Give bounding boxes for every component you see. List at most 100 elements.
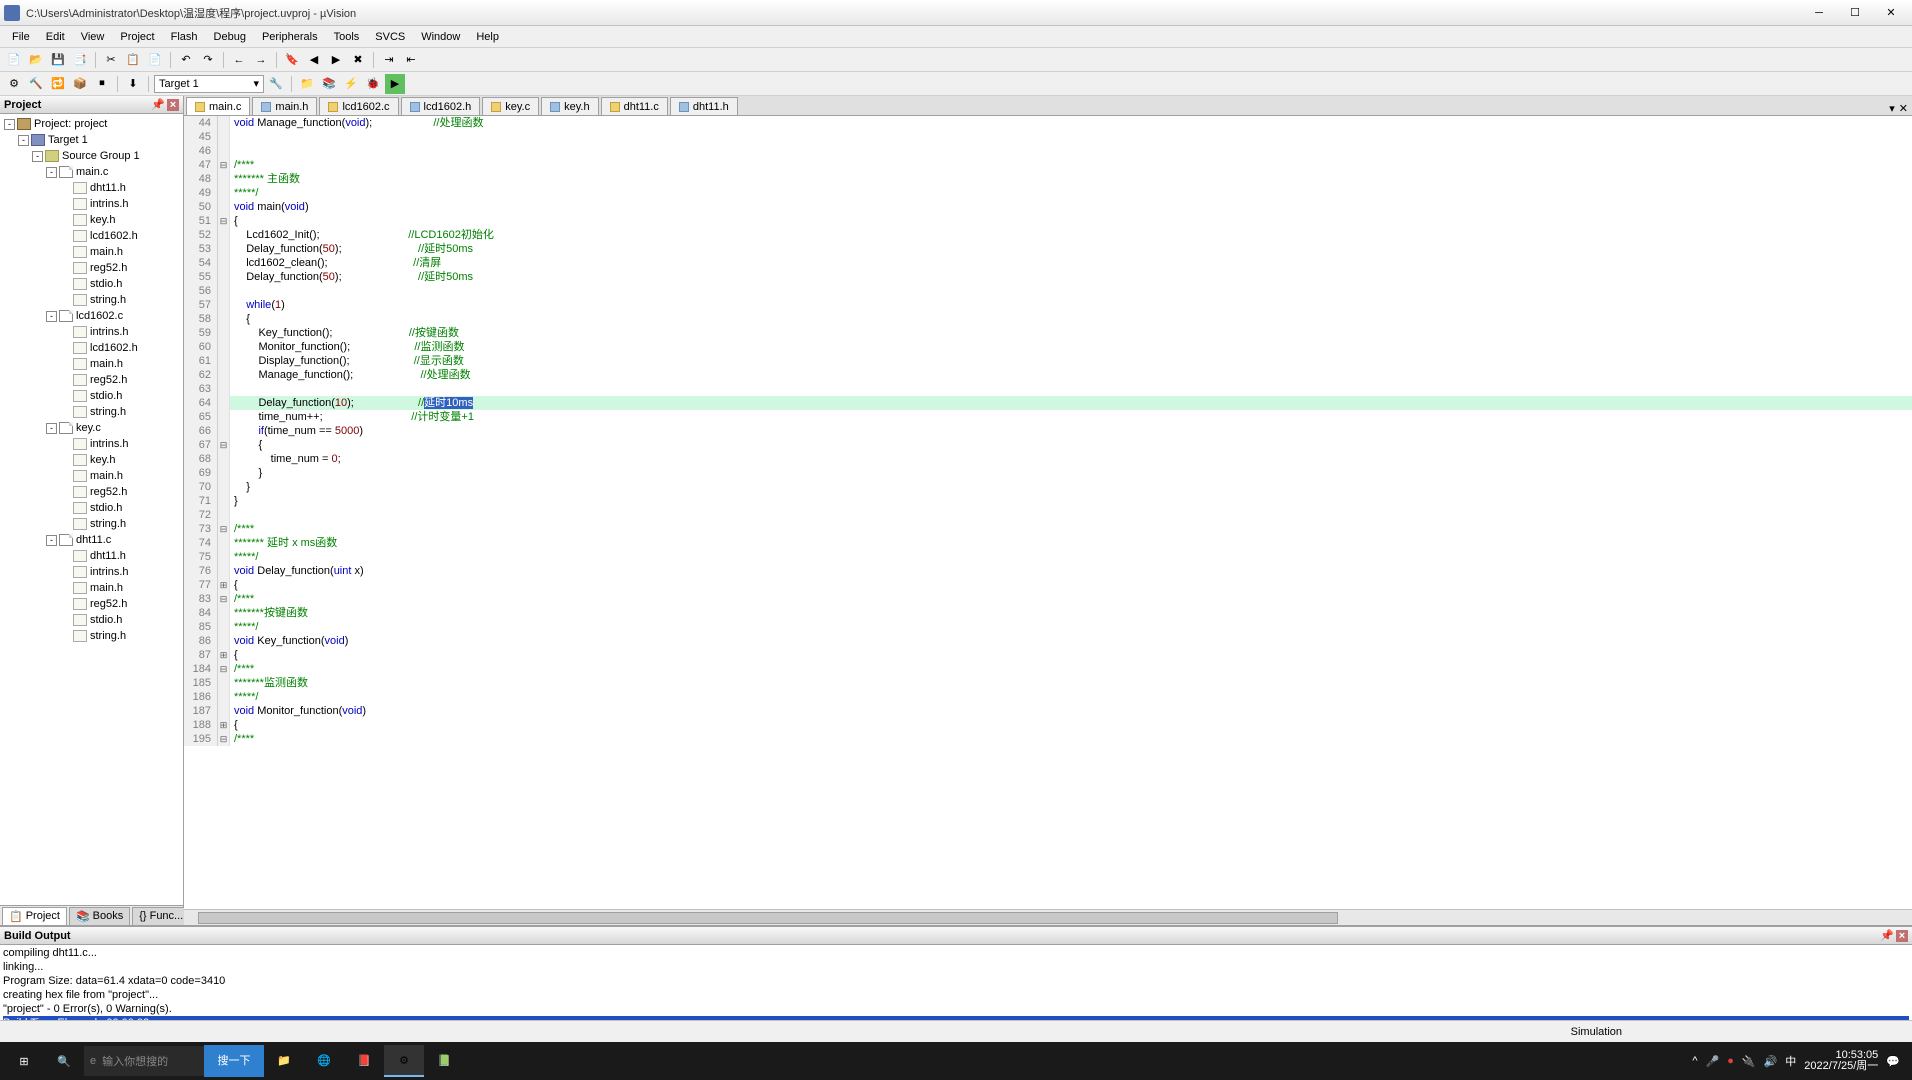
search-go-button[interactable]: 搜一下: [204, 1045, 264, 1077]
menu-edit[interactable]: Edit: [38, 29, 73, 45]
pin-icon[interactable]: 📌: [151, 98, 165, 111]
tree-group[interactable]: -Source Group 1: [0, 148, 183, 164]
code-line[interactable]: lcd1602_clean(); //清屏: [230, 256, 1912, 270]
books-button[interactable]: 📚: [319, 74, 339, 94]
tree-target[interactable]: -Target 1: [0, 132, 183, 148]
tree-header-lcd1602-h[interactable]: lcd1602.h: [0, 228, 183, 244]
build-button[interactable]: 🔨: [26, 74, 46, 94]
code-line[interactable]: ******* 延时 x ms函数: [230, 536, 1912, 550]
bookmark-button[interactable]: 🔖: [282, 50, 302, 70]
code-line[interactable]: Manage_function(); //处理函数: [230, 368, 1912, 382]
stop-build-button[interactable]: ⏹: [92, 74, 112, 94]
build-line[interactable]: compiling dht11.c...: [3, 946, 1909, 960]
undo-button[interactable]: ↶: [176, 50, 196, 70]
config-button[interactable]: ⚡: [341, 74, 361, 94]
build-line[interactable]: Program Size: data=61.4 xdata=0 code=341…: [3, 974, 1909, 988]
save-all-button[interactable]: 📑: [70, 50, 90, 70]
code-line[interactable]: Key_function(); //按键函数: [230, 326, 1912, 340]
tree-header-main-h[interactable]: main.h: [0, 580, 183, 596]
tree-header-dht11-h[interactable]: dht11.h: [0, 180, 183, 196]
open-file-button[interactable]: 📂: [26, 50, 46, 70]
fold-icon[interactable]: ⊟: [218, 214, 230, 228]
tray-record-icon[interactable]: ●: [1727, 1055, 1734, 1067]
copy-button[interactable]: 📋: [123, 50, 143, 70]
options-button[interactable]: 🔧: [266, 74, 286, 94]
fold-icon[interactable]: ⊟: [218, 662, 230, 676]
code-line[interactable]: [230, 130, 1912, 144]
tree-header-lcd1602-h[interactable]: lcd1602.h: [0, 340, 183, 356]
tree-expander-icon[interactable]: -: [18, 135, 29, 146]
code-line[interactable]: }: [230, 494, 1912, 508]
code-line[interactable]: {: [230, 312, 1912, 326]
code-line[interactable]: {: [230, 438, 1912, 452]
code-line[interactable]: while(1): [230, 298, 1912, 312]
tree-header-string-h[interactable]: string.h: [0, 628, 183, 644]
menu-flash[interactable]: Flash: [163, 29, 206, 45]
code-line[interactable]: *****/: [230, 550, 1912, 564]
tree-root[interactable]: -Project: project: [0, 116, 183, 132]
file-tab-main-c[interactable]: main.c: [186, 97, 250, 115]
code-line[interactable]: Delay_function(10); //延时10ms: [230, 396, 1912, 410]
code-line[interactable]: void Manage_function(void); //处理函数: [230, 116, 1912, 130]
code-line[interactable]: }: [230, 480, 1912, 494]
tree-header-reg52-h[interactable]: reg52.h: [0, 596, 183, 612]
close-button[interactable]: ✕: [1874, 3, 1908, 23]
tree-header-string-h[interactable]: string.h: [0, 516, 183, 532]
build-line[interactable]: linking...: [3, 960, 1909, 974]
tree-header-key-h[interactable]: key.h: [0, 212, 183, 228]
pin-icon[interactable]: 📌: [1880, 929, 1894, 942]
tray-volume-icon[interactable]: 🔊: [1764, 1055, 1778, 1068]
browser-app[interactable]: 🌐: [304, 1045, 344, 1077]
tree-file-dht11-c[interactable]: -dht11.c: [0, 532, 183, 548]
translate-button[interactable]: ⚙: [4, 74, 24, 94]
menu-view[interactable]: View: [73, 29, 113, 45]
tray-chevron-icon[interactable]: ^: [1692, 1055, 1697, 1067]
tree-header-string-h[interactable]: string.h: [0, 292, 183, 308]
next-bookmark-button[interactable]: ▶: [326, 50, 346, 70]
tree-header-string-h[interactable]: string.h: [0, 404, 183, 420]
tree-expander-icon[interactable]: -: [4, 119, 15, 130]
minimize-button[interactable]: ─: [1802, 3, 1836, 23]
tree-header-main-h[interactable]: main.h: [0, 468, 183, 484]
build-line[interactable]: creating hex file from "project"...: [3, 988, 1909, 1002]
code-line[interactable]: {: [230, 214, 1912, 228]
outdent-button[interactable]: ⇤: [401, 50, 421, 70]
tree-header-key-h[interactable]: key.h: [0, 452, 183, 468]
file-tab-lcd1602-c[interactable]: lcd1602.c: [319, 97, 398, 115]
menu-tools[interactable]: Tools: [326, 29, 368, 45]
code-line[interactable]: Monitor_function(); //监测函数: [230, 340, 1912, 354]
tree-header-stdio-h[interactable]: stdio.h: [0, 612, 183, 628]
code-line[interactable]: void main(void): [230, 200, 1912, 214]
project-tab-books[interactable]: 📚Books: [69, 907, 130, 925]
tree-header-main-h[interactable]: main.h: [0, 244, 183, 260]
fold-icon[interactable]: ⊟: [218, 158, 230, 172]
tab-list-icon[interactable]: ▾: [1889, 102, 1895, 115]
file-tab-key-c[interactable]: key.c: [482, 97, 539, 115]
panel-close-icon[interactable]: ×: [1896, 930, 1908, 942]
file-tab-dht11-h[interactable]: dht11.h: [670, 97, 738, 115]
tree-header-main-h[interactable]: main.h: [0, 356, 183, 372]
run-button[interactable]: ▶: [385, 74, 405, 94]
menu-file[interactable]: File: [4, 29, 38, 45]
download-button[interactable]: ⬇: [123, 74, 143, 94]
debug-button[interactable]: 🐞: [363, 74, 383, 94]
project-tab-func[interactable]: {}Func...: [132, 907, 190, 925]
fold-icon[interactable]: ⊞: [218, 718, 230, 732]
tree-expander-icon[interactable]: -: [46, 167, 57, 178]
code-line[interactable]: time_num = 0;: [230, 452, 1912, 466]
scrollbar-thumb[interactable]: [198, 912, 1338, 924]
tree-header-reg52-h[interactable]: reg52.h: [0, 372, 183, 388]
code-line[interactable]: void Delay_function(uint x): [230, 564, 1912, 578]
code-line[interactable]: {: [230, 648, 1912, 662]
code-line[interactable]: {: [230, 718, 1912, 732]
code-line[interactable]: *****/: [230, 690, 1912, 704]
code-line[interactable]: *******按键函数: [230, 606, 1912, 620]
tree-header-intrins-h[interactable]: intrins.h: [0, 196, 183, 212]
code-line[interactable]: [230, 144, 1912, 158]
tree-header-stdio-h[interactable]: stdio.h: [0, 500, 183, 516]
notifications-icon[interactable]: 💬: [1886, 1055, 1900, 1068]
code-line[interactable]: [230, 382, 1912, 396]
file-tab-lcd1602-h[interactable]: lcd1602.h: [401, 97, 481, 115]
code-line[interactable]: /****: [230, 732, 1912, 746]
taskbar-clock[interactable]: 10:53:05 2022/7/25/周一: [1804, 1050, 1878, 1072]
